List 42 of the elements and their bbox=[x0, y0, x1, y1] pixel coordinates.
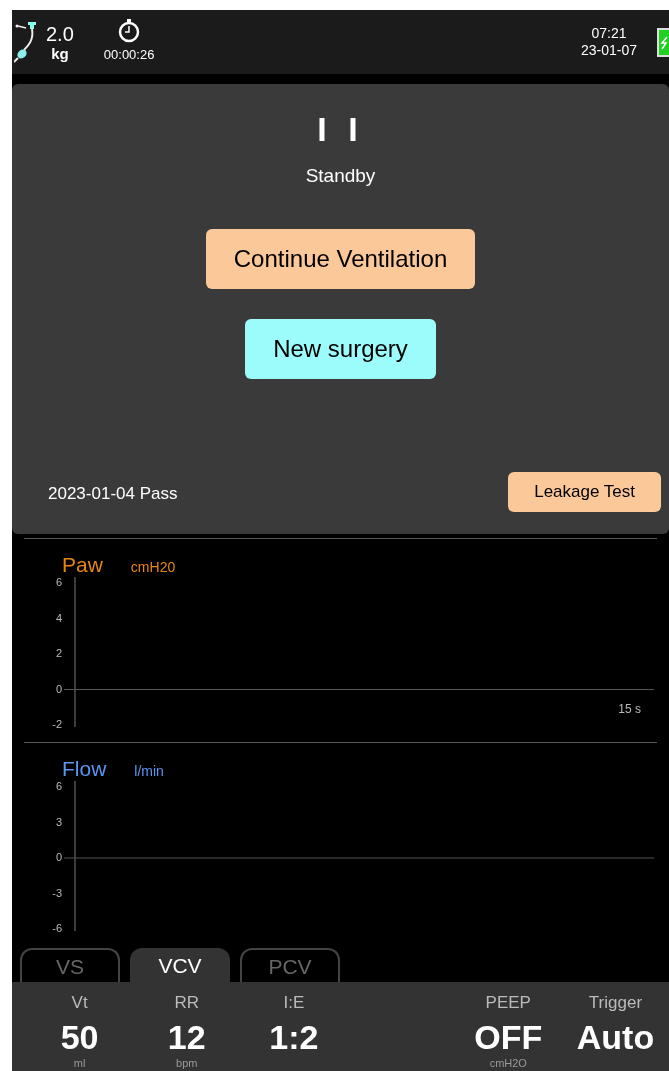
waveform-title: Paw bbox=[62, 552, 103, 578]
parameter-value: 1:2 bbox=[269, 1016, 319, 1058]
weight-value: 2.0 bbox=[46, 23, 74, 44]
action-button[interactable]: New surgery bbox=[245, 318, 436, 379]
timer-text: 00:00:26 bbox=[103, 46, 155, 65]
tick-label: 0 bbox=[55, 852, 62, 863]
leakage-test-button[interactable]: Leakage Test bbox=[508, 472, 661, 512]
status-text: Standby bbox=[305, 164, 376, 188]
weight-unit: kg bbox=[51, 45, 69, 61]
parameter-label: I:E bbox=[283, 992, 305, 1014]
tick-label: -3 bbox=[52, 887, 62, 899]
tick-label: 3 bbox=[55, 816, 62, 828]
pause-symbol: I I bbox=[317, 112, 364, 146]
tick-label: -2 bbox=[52, 719, 62, 730]
tick-label: 6 bbox=[55, 577, 62, 588]
tick-label: 6 bbox=[55, 781, 62, 792]
parameter-value: 12 bbox=[167, 1016, 206, 1058]
time-scale-label: 15 s bbox=[618, 700, 641, 718]
last-test-text: 2023-01-04 Pass bbox=[48, 482, 178, 505]
tick-label: 4 bbox=[55, 612, 62, 624]
parameter-label: Vt bbox=[71, 992, 88, 1014]
waveform-title: Flow bbox=[62, 756, 107, 782]
parameter-value: Auto bbox=[576, 1016, 655, 1058]
waveform-unit: l/min bbox=[134, 762, 164, 781]
parameter-label: RR bbox=[174, 992, 200, 1014]
stopwatch-icon bbox=[118, 19, 141, 44]
battery-icon bbox=[657, 27, 669, 57]
parameter-value: 50 bbox=[60, 1016, 99, 1058]
tick-label: -6 bbox=[52, 923, 62, 934]
mode-tab[interactable]: VCV bbox=[130, 948, 230, 982]
parameter-unit: ml bbox=[73, 1058, 86, 1069]
parameter-unit: bpm bbox=[176, 1058, 198, 1069]
waveform-unit: cmH20 bbox=[130, 558, 176, 577]
action-button[interactable]: Continue Ventilation bbox=[205, 228, 476, 289]
parameter-label: PEEP bbox=[485, 992, 531, 1014]
parameter-value: OFF bbox=[474, 1016, 543, 1058]
parameter-unit: cmH2O bbox=[489, 1058, 527, 1069]
time-text: 07:21 bbox=[591, 24, 627, 42]
tick-label: 2 bbox=[55, 648, 62, 659]
parameter-label: Trigger bbox=[588, 992, 643, 1014]
tick-label: 0 bbox=[55, 683, 62, 695]
date-text: 23-01-07 bbox=[580, 42, 637, 60]
